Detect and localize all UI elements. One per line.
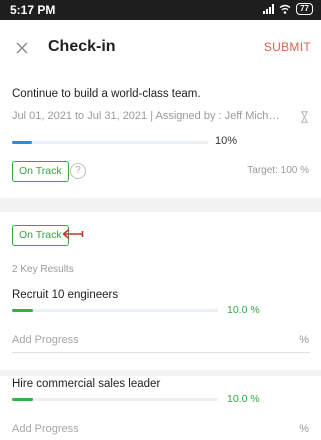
page-title: Check-in: [48, 38, 116, 55]
objective-progress-bar: [12, 141, 208, 144]
percent-unit: %: [299, 423, 309, 435]
key-result-item: Hire commercial sales leader 10.0 % %: [0, 378, 321, 440]
objective-progress-fill: [12, 141, 32, 144]
key-result-progress-bar: [12, 309, 218, 312]
key-result-progress-fill: [12, 398, 33, 401]
objective-status-badge[interactable]: On Track: [12, 161, 69, 182]
objective-target: Target: 100 %: [247, 165, 309, 176]
key-result-title: Hire commercial sales leader: [12, 378, 161, 390]
percent-unit: %: [299, 334, 309, 346]
key-result-progress-bar: [12, 398, 218, 401]
objective-card: Continue to build a world-class team. Ju…: [0, 76, 321, 198]
status-bar: 5:17 PM 77: [0, 0, 321, 20]
help-icon[interactable]: ?: [70, 163, 86, 179]
hourglass-icon: [301, 111, 308, 123]
add-progress-input[interactable]: [12, 416, 310, 440]
key-result-item: Recruit 10 engineers 10.0 % %: [0, 289, 321, 357]
status-time: 5:17 PM: [10, 3, 56, 17]
objective-title: Continue to build a world-class team.: [12, 88, 201, 100]
battery-icon: 77: [296, 3, 313, 15]
key-result-progress-label: 10.0 %: [227, 304, 260, 316]
key-result-title: Recruit 10 engineers: [12, 289, 119, 301]
section-divider: [0, 198, 321, 212]
key-results-section: On Track 2 Key Results Recruit 10 engine…: [0, 212, 321, 440]
key-result-divider: [0, 370, 321, 376]
wifi-icon: [279, 4, 291, 14]
objective-meta: Jul 01, 2021 to Jul 31, 2021 | Assigned …: [12, 110, 284, 122]
submit-button[interactable]: SUBMIT: [264, 40, 311, 54]
red-arrow-icon: [62, 228, 84, 240]
add-progress-input[interactable]: [12, 327, 310, 353]
key-results-status-badge[interactable]: On Track: [12, 225, 69, 246]
status-icons: 77: [263, 3, 313, 15]
app-header: Check-in SUBMIT: [0, 20, 321, 76]
objective-progress-label: 10%: [215, 135, 238, 147]
close-icon[interactable]: [12, 38, 32, 58]
key-results-count: 2 Key Results: [12, 264, 74, 275]
key-result-progress-fill: [12, 309, 33, 312]
key-result-progress-label: 10.0 %: [227, 393, 260, 405]
signal-icon: [263, 4, 275, 14]
